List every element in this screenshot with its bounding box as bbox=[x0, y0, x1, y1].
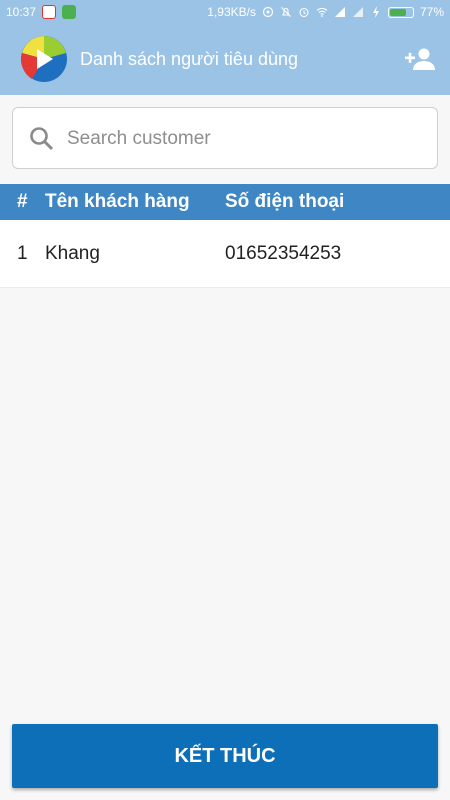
charging-icon bbox=[372, 6, 379, 18]
mute-bell-icon bbox=[281, 7, 291, 17]
android-app-icon bbox=[62, 5, 77, 19]
table-header: # Tên khách hàng Số điện thoại bbox=[0, 184, 450, 220]
customer-phone: 01652354253 bbox=[225, 243, 342, 264]
alarm-icon bbox=[299, 7, 309, 18]
battery-percent: 77% bbox=[419, 5, 444, 19]
app-logo-icon bbox=[21, 36, 67, 82]
column-header-name: Tên khách hàng bbox=[45, 191, 190, 212]
search-icon bbox=[30, 127, 54, 151]
add-person-icon[interactable] bbox=[404, 46, 436, 72]
end-button[interactable]: KẾT THÚC bbox=[12, 724, 438, 788]
notification-app-icon bbox=[42, 5, 57, 19]
signal-icon bbox=[334, 7, 345, 17]
status-time: 10:37 bbox=[6, 5, 37, 19]
hotspot-icon bbox=[262, 6, 274, 18]
wifi-icon bbox=[316, 7, 328, 17]
customer-name: Khang bbox=[45, 243, 100, 264]
search-input[interactable] bbox=[65, 118, 429, 160]
column-header-index: # bbox=[17, 191, 28, 212]
page-title: Danh sách người tiêu dùng bbox=[80, 49, 298, 69]
row-index: 1 bbox=[17, 243, 28, 264]
network-speed: 1,93KB/s bbox=[207, 5, 256, 19]
search-box[interactable] bbox=[12, 107, 438, 169]
signal-icon-2 bbox=[352, 7, 363, 17]
status-bar: 10:37 1,93KB/s 77% bbox=[0, 0, 450, 24]
table-row[interactable]: 1 Khang 01652354253 bbox=[0, 220, 450, 288]
column-header-phone: Số điện thoại bbox=[225, 191, 345, 212]
app-bar: Danh sách người tiêu dùng bbox=[0, 24, 450, 95]
battery-icon bbox=[387, 6, 414, 18]
